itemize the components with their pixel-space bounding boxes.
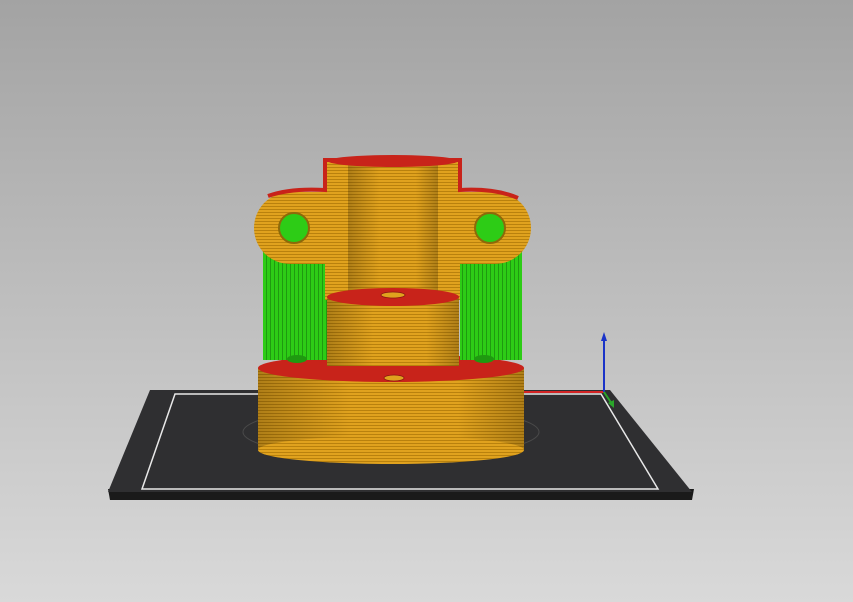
gcode-preview-scene[interactable]	[0, 0, 853, 602]
base-cylinder	[258, 354, 524, 464]
middle-boss	[327, 288, 459, 366]
middle-boss-hole	[380, 291, 406, 299]
support-foot-right	[474, 355, 494, 363]
ear-hole-left	[278, 212, 310, 244]
base-cylinder-bottom	[258, 436, 524, 464]
3d-viewport[interactable]	[0, 0, 853, 602]
base-center-hole	[383, 374, 405, 382]
support-foot-left	[287, 355, 307, 363]
support-pillar-right	[460, 250, 522, 360]
center-column-top-surface	[328, 155, 458, 167]
support-pillar-left	[263, 250, 330, 360]
ear-hole-right	[474, 212, 506, 244]
printed-model[interactable]	[254, 155, 531, 464]
